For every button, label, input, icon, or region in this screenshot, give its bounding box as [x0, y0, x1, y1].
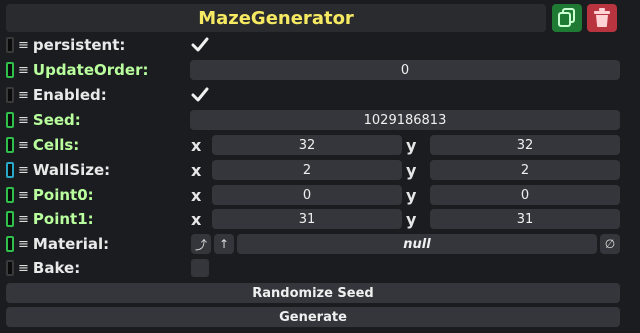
field-label: Bake:	[32, 259, 81, 277]
field-label: Enabled:	[32, 86, 107, 104]
row-enabled: ≡ Enabled:	[0, 84, 640, 106]
generate-button[interactable]: Generate	[6, 307, 620, 327]
checkmark-icon	[191, 87, 209, 102]
menu-icon[interactable]: ≡	[18, 237, 29, 252]
enabled-checkbox[interactable]	[190, 85, 210, 105]
point0-x-input[interactable]: 0	[212, 185, 402, 205]
delete-button[interactable]	[587, 4, 617, 32]
row-wall-size: ≡ WallSize: x 2 y 2	[0, 159, 640, 181]
drag-handle[interactable]	[6, 37, 14, 53]
row-point0: ≡ Point0: x 0 y 0	[0, 184, 640, 206]
drag-handle[interactable]	[6, 162, 14, 178]
seed-input[interactable]: 1029186813	[190, 110, 620, 130]
field-label: Point0:	[32, 186, 94, 204]
menu-icon[interactable]: ≡	[18, 261, 29, 276]
wall-size-x-input[interactable]: 2	[212, 160, 402, 180]
drag-handle[interactable]	[6, 112, 14, 128]
drag-handle[interactable]	[6, 87, 14, 103]
row-seed: ≡ Seed: 1029186813	[0, 109, 640, 131]
material-reference-field[interactable]: null	[237, 234, 597, 254]
randomize-seed-button[interactable]: Randomize Seed	[6, 283, 620, 303]
field-label: Cells:	[32, 136, 80, 154]
menu-icon[interactable]: ≡	[18, 38, 29, 53]
point0-y-input[interactable]: 0	[430, 185, 620, 205]
row-point1: ≡ Point1: x 31 y 31	[0, 208, 640, 230]
drag-handle[interactable]	[6, 187, 14, 203]
checkmark-icon	[191, 37, 209, 52]
update-order-input[interactable]: 0	[190, 60, 620, 80]
x-label: x	[191, 135, 202, 155]
y-label: y	[406, 135, 417, 155]
copy-button[interactable]	[552, 4, 582, 32]
component-title: MazeGenerator	[6, 4, 546, 32]
row-bake: ≡ Bake:	[0, 257, 640, 279]
menu-icon[interactable]: ≡	[18, 88, 29, 103]
x-label: x	[191, 209, 202, 229]
menu-icon[interactable]: ≡	[18, 212, 29, 227]
bake-checkbox[interactable]	[191, 259, 209, 277]
drag-handle[interactable]	[6, 137, 14, 153]
menu-icon[interactable]: ≡	[18, 188, 29, 203]
drag-handle[interactable]	[6, 62, 14, 78]
point1-y-input[interactable]: 31	[430, 209, 620, 229]
field-label: WallSize:	[32, 161, 111, 179]
x-label: x	[191, 160, 202, 180]
menu-icon[interactable]: ≡	[18, 63, 29, 78]
wall-size-y-input[interactable]: 2	[430, 160, 620, 180]
clear-reference-button[interactable]: ∅	[600, 234, 620, 254]
drag-handle[interactable]	[6, 236, 14, 252]
y-label: y	[406, 185, 417, 205]
maze-generator-panel: MazeGenerator ≡ persistent: ≡ UpdateOrde…	[0, 0, 640, 333]
cells-x-input[interactable]: 32	[212, 135, 402, 155]
copy-icon	[558, 8, 575, 27]
cells-y-input[interactable]: 32	[430, 135, 620, 155]
point1-x-input[interactable]: 31	[212, 209, 402, 229]
field-label: persistent:	[32, 36, 126, 54]
trash-icon	[594, 8, 610, 27]
persistent-checkbox[interactable]	[190, 35, 210, 55]
menu-icon[interactable]: ≡	[18, 163, 29, 178]
field-label: UpdateOrder:	[32, 61, 149, 79]
field-label: Material:	[32, 235, 110, 253]
field-label: Point1:	[32, 210, 94, 228]
y-label: y	[406, 160, 417, 180]
field-label: Seed:	[32, 111, 81, 129]
open-reference-button[interactable]: ⤴	[191, 234, 211, 254]
menu-icon[interactable]: ≡	[18, 113, 29, 128]
drag-handle[interactable]	[6, 260, 14, 276]
row-material: ≡ Material: ⤴ ↑ null ∅	[0, 233, 640, 255]
drag-handle[interactable]	[6, 211, 14, 227]
row-persistent: ≡ persistent:	[0, 34, 640, 56]
up-reference-button[interactable]: ↑	[214, 234, 234, 254]
row-update-order: ≡ UpdateOrder: 0	[0, 59, 640, 81]
y-label: y	[406, 209, 417, 229]
menu-icon[interactable]: ≡	[18, 138, 29, 153]
x-label: x	[191, 185, 202, 205]
row-cells: ≡ Cells: x 32 y 32	[0, 134, 640, 156]
